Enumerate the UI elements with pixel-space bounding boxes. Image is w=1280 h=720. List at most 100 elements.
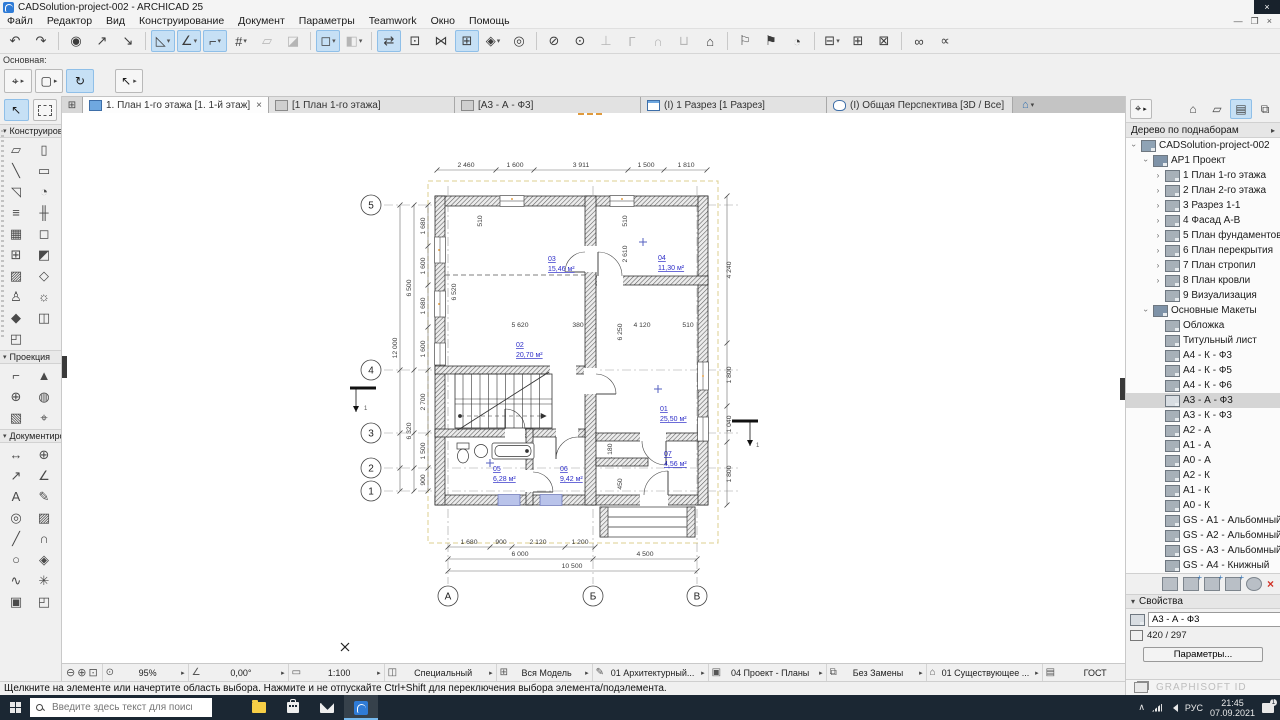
tree-item-16[interactable]: А4 - К - Ф6 <box>1126 378 1280 393</box>
tree-expand-icon[interactable]: › <box>1154 246 1162 255</box>
graphisoft-id-icon[interactable] <box>1134 682 1148 693</box>
figure-tool[interactable]: ▣ <box>2 591 30 612</box>
marquee-tool-button[interactable] <box>33 99 58 121</box>
menu-item-2[interactable]: Вид <box>99 14 132 28</box>
polyline-tool[interactable]: ◈ <box>30 549 58 570</box>
arrow-tool-button[interactable]: ↖▸ <box>115 69 143 93</box>
toolbox-section-header-0[interactable]: ▾Конструирование <box>0 124 61 138</box>
layout-name-field[interactable] <box>1148 612 1280 627</box>
menu-item-4[interactable]: Документ <box>231 14 292 28</box>
speaker-icon[interactable] <box>1169 704 1178 712</box>
inject-parameters-button[interactable]: ↘ <box>116 30 140 52</box>
clouds-button[interactable]: ◔ <box>785 30 809 52</box>
elevation-tool[interactable]: ▲ <box>30 365 58 386</box>
taskbar-explorer-button[interactable] <box>242 695 276 720</box>
tree-item-17[interactable]: А3 - А - Ф3 <box>1126 393 1280 408</box>
drawing-update-button[interactable]: ⊞ <box>846 30 870 52</box>
close-button[interactable]: × <box>1254 0 1280 14</box>
undo-button[interactable]: ↶ <box>3 30 27 52</box>
tree-item-19[interactable]: А2 - А <box>1126 423 1280 438</box>
tree-expand-icon[interactable]: › <box>1154 216 1162 225</box>
fillet-button[interactable]: Γ <box>620 30 644 52</box>
notification-icon[interactable] <box>1262 703 1274 713</box>
project-chooser-button[interactable]: ⌖▸ <box>1130 99 1152 119</box>
tree-item-1[interactable]: ›АР1 Проект <box>1126 153 1280 168</box>
menu-item-6[interactable]: Teamwork <box>362 14 424 28</box>
walls[interactable] <box>435 196 708 505</box>
link-button[interactable]: ⋈ <box>429 30 453 52</box>
tree-item-4[interactable]: ›3 Разрез 1-1 <box>1126 198 1280 213</box>
wall-tool[interactable]: ▱ <box>2 139 30 160</box>
clock[interactable]: 21:45 07.09.2021 <box>1210 698 1255 718</box>
close-icon[interactable]: × <box>1267 16 1272 27</box>
interior-elevation-tool[interactable]: ⊕ <box>2 386 30 407</box>
adjust-button[interactable]: ⊙ <box>568 30 592 52</box>
minimize-icon[interactable]: — <box>1234 16 1243 27</box>
level-dimension-tool[interactable]: ↗ <box>2 465 30 486</box>
drawing-canvas[interactable]: 2 460 1 600 3 911 1 500 1 810 1 680 900 … <box>62 113 1125 663</box>
auto-numbering-button[interactable]: ⊡ <box>403 30 427 52</box>
tree-item-7[interactable]: ›6 План перекрытия <box>1126 243 1280 258</box>
tree-item-15[interactable]: А4 - К - Ф5 <box>1126 363 1280 378</box>
pen-button[interactable]: ◎ <box>507 30 531 52</box>
door-tool[interactable]: ◻ <box>30 223 58 244</box>
editing-plane-button[interactable]: ▱ <box>255 30 279 52</box>
rotate-view-button[interactable]: ↻ <box>66 69 94 93</box>
tree-item-2[interactable]: ›1 План 1-го этажа <box>1126 168 1280 183</box>
scale-control[interactable]: ▭1:100▸ <box>288 664 384 682</box>
fit-in-window-icon[interactable]: ⊡ <box>88 666 97 679</box>
menu-item-5[interactable]: Параметры <box>292 14 362 28</box>
new-subset-icon[interactable] <box>1204 577 1220 591</box>
tree-item-12[interactable]: Обложка <box>1126 318 1280 333</box>
worksheet-tool[interactable]: ◍ <box>30 386 58 407</box>
menu-item-3[interactable]: Конструирование <box>132 14 231 28</box>
tab-2[interactable]: [А3 - А - Ф3] <box>455 97 641 113</box>
properties-header[interactable]: ▾ Свойства <box>1126 594 1280 609</box>
tab-1[interactable]: [1 План 1-го этажа] <box>269 97 455 113</box>
delete-icon[interactable]: × <box>1267 577 1274 591</box>
tree-item-8[interactable]: ›7 План стропил <box>1126 258 1280 273</box>
tree-expand-icon[interactable]: › <box>1154 186 1162 195</box>
label-tool[interactable]: ✎ <box>30 486 58 507</box>
detail-tool[interactable]: ▧ <box>2 407 30 428</box>
tree-item-0[interactable]: ›CADSolution-project-002 <box>1126 138 1280 153</box>
tree-header[interactable]: Дерево по поднаборам ▸ <box>1126 122 1280 138</box>
railing-tool[interactable]: ╫ <box>30 202 58 223</box>
network-icon[interactable] <box>1152 704 1162 712</box>
new-layout-icon[interactable] <box>1183 577 1199 591</box>
zoom-in-icon[interactable]: ⊕ <box>77 666 86 679</box>
tree-expand-icon[interactable]: › <box>1130 142 1139 150</box>
zone-stamp-tool[interactable]: ◎ <box>2 507 30 528</box>
tree-expand-icon[interactable]: › <box>1154 201 1162 210</box>
snap-guides-button[interactable]: ∠▾ <box>177 30 201 52</box>
home-story-button[interactable]: ⌂ <box>698 30 722 52</box>
line-tool[interactable]: ╱ <box>2 528 30 549</box>
taskbar-search[interactable] <box>30 698 212 717</box>
hotlink-button[interactable]: ∞ <box>907 30 931 52</box>
taskbar-store-button[interactable] <box>276 695 310 720</box>
tree-item-25[interactable]: GS - А1 - Альбомный <box>1126 513 1280 528</box>
tree-item-5[interactable]: ›4 Фасад А-В <box>1126 213 1280 228</box>
tree-item-18[interactable]: А3 - К - Ф3 <box>1126 408 1280 423</box>
base-button[interactable]: ⊔ <box>672 30 696 52</box>
mesh-tool[interactable]: ◫ <box>30 307 58 328</box>
settings-button[interactable]: Параметры... <box>1143 647 1263 662</box>
project-map-icon[interactable]: ⌂ <box>1182 99 1204 119</box>
opening-tool[interactable]: ▨ <box>2 265 30 286</box>
tab-3[interactable]: (I) 1 Разрез [1 Разрез] <box>641 97 827 113</box>
grid-element-tool[interactable]: ◰ <box>2 328 30 349</box>
shell-tool[interactable]: ◔ <box>30 181 58 202</box>
text-tool[interactable]: А <box>2 486 30 507</box>
tree-item-26[interactable]: GS - А2 - Альбомный <box>1126 528 1280 543</box>
dock-grip[interactable] <box>1 130 4 340</box>
menu-item-7[interactable]: Окно <box>424 14 462 28</box>
lock-button[interactable]: ◧▾ <box>342 30 366 52</box>
object-tool[interactable]: ♙ <box>2 286 30 307</box>
tab-4[interactable]: (I) Общая Перспектива [3D / Все] <box>827 97 1013 113</box>
tree-item-6[interactable]: ›5 План фундаментов <box>1126 228 1280 243</box>
intersect-button[interactable]: ⊥ <box>594 30 618 52</box>
tree-item-10[interactable]: 9 Визуализация <box>1126 288 1280 303</box>
search-input[interactable] <box>50 701 194 714</box>
lamp-tool[interactable]: ☼ <box>30 286 58 307</box>
orientation-control[interactable]: ∠0,00°▸ <box>188 664 288 682</box>
